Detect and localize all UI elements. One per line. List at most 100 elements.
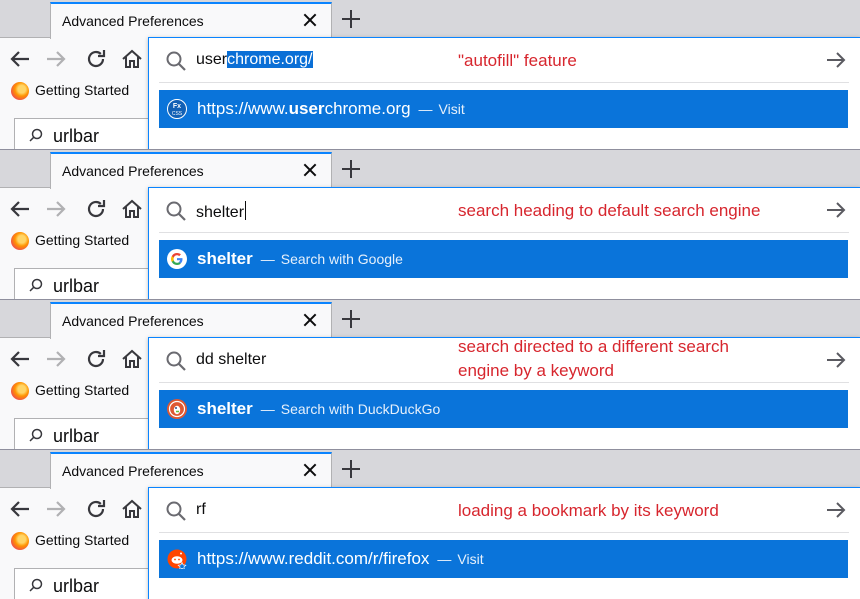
urlbar-popup: userchrome.org/ "autofill" feature Fx CSS… xyxy=(148,37,860,150)
result-row[interactable]: shelter — Search with Google xyxy=(159,240,848,278)
go-arrow-icon[interactable] xyxy=(825,500,847,520)
forward-arrow-icon[interactable] xyxy=(44,47,68,71)
divider xyxy=(159,532,849,533)
reload-icon[interactable] xyxy=(84,47,108,71)
result-action: Visit xyxy=(457,551,484,567)
close-icon[interactable] xyxy=(301,161,319,179)
home-icon[interactable] xyxy=(120,497,144,521)
page-search-box[interactable]: urlbar xyxy=(14,268,154,300)
page-search-text: urlbar xyxy=(53,576,100,596)
close-icon[interactable] xyxy=(301,11,319,29)
close-icon[interactable] xyxy=(301,461,319,479)
bookmark-getting-started[interactable]: Getting Started xyxy=(35,82,129,98)
urlbar-popup: shelter search heading to default search… xyxy=(148,187,860,300)
tab-advanced-preferences[interactable]: Advanced Preferences xyxy=(50,2,332,39)
reload-icon[interactable] xyxy=(84,497,108,521)
tab-title: Advanced Preferences xyxy=(62,13,204,29)
plus-icon[interactable] xyxy=(340,158,362,180)
reload-icon[interactable] xyxy=(84,347,108,371)
browser-panel-bookmark-keyword: Advanced Preferences Getting Started url… xyxy=(0,450,860,599)
result-text: shelter — Search with Google xyxy=(197,249,403,269)
url-input[interactable]: dd shelter search directed to a differen… xyxy=(149,337,860,382)
result-url-match: user xyxy=(288,99,325,118)
bookmark-getting-started[interactable]: Getting Started xyxy=(35,532,129,548)
tab-strip: Advanced Preferences xyxy=(0,0,860,39)
url-text: rf xyxy=(196,501,206,519)
result-row[interactable]: Fx CSS https://www.userchrome.org — Visit xyxy=(159,90,848,128)
go-arrow-icon[interactable] xyxy=(825,50,847,70)
urlbar-popup: dd shelter search directed to a differen… xyxy=(148,337,860,450)
result-row[interactable]: shelter — Search with DuckDuckGo xyxy=(159,390,848,428)
go-arrow-icon[interactable] xyxy=(825,200,847,220)
url-input[interactable]: userchrome.org/ "autofill" feature xyxy=(149,38,860,82)
page-search-box[interactable]: urlbar xyxy=(14,418,154,450)
fx-css-icon: FxCSS xyxy=(167,99,187,119)
firefox-icon xyxy=(11,532,29,550)
plus-icon[interactable] xyxy=(340,458,362,480)
page-search-box[interactable]: urlbar xyxy=(14,118,154,150)
typed-text: rf xyxy=(196,501,206,518)
result-query: shelter xyxy=(197,249,253,268)
tab-advanced-preferences[interactable]: Advanced Preferences xyxy=(50,452,332,489)
bookmark-getting-started[interactable]: Getting Started xyxy=(35,232,129,248)
bookmarks-toolbar: Getting Started xyxy=(0,78,148,106)
result-row[interactable]: https://www.reddit.com/r/firefox — Visit xyxy=(159,540,848,578)
page-search-text: urlbar xyxy=(53,426,100,446)
forward-arrow-icon[interactable] xyxy=(44,497,68,521)
duckduckgo-icon xyxy=(167,399,187,419)
plus-icon[interactable] xyxy=(340,308,362,330)
result-separator: — xyxy=(418,101,433,117)
forward-arrow-icon[interactable] xyxy=(44,347,68,371)
divider xyxy=(159,232,849,233)
result-text: shelter — Search with DuckDuckGo xyxy=(197,399,440,419)
result-separator: — xyxy=(437,551,452,567)
back-arrow-icon[interactable] xyxy=(8,197,32,221)
browser-panel-autofill: Advanced Preferences Getting Started url… xyxy=(0,0,860,150)
home-icon[interactable] xyxy=(120,197,144,221)
go-arrow-icon[interactable] xyxy=(825,350,847,370)
annotation-line-1: search directed to a different search xyxy=(458,337,729,356)
bookmarks-toolbar: Getting Started xyxy=(0,228,148,256)
result-url-suffix: chrome.org xyxy=(324,99,411,118)
reload-icon[interactable] xyxy=(84,197,108,221)
url-text: dd shelter xyxy=(196,351,266,369)
back-arrow-icon[interactable] xyxy=(8,497,32,521)
url-input[interactable]: shelter search heading to default search… xyxy=(149,188,860,232)
tab-advanced-preferences[interactable]: Advanced Preferences xyxy=(50,302,332,339)
url-input[interactable]: rf loading a bookmark by its keyword xyxy=(149,488,860,532)
back-arrow-icon[interactable] xyxy=(8,347,32,371)
plus-icon[interactable] xyxy=(340,8,362,30)
back-arrow-icon[interactable] xyxy=(8,47,32,71)
browser-panel-keyword-search: Advanced Preferences Getting Started url… xyxy=(0,300,860,450)
search-icon xyxy=(29,578,43,592)
search-icon xyxy=(166,201,186,221)
result-url: https://www.reddit.com/r/firefox xyxy=(197,549,430,568)
search-icon xyxy=(166,51,186,71)
result-text: https://www.reddit.com/r/firefox — Visit xyxy=(197,549,484,569)
svg-text:Fx: Fx xyxy=(173,103,181,110)
result-separator: — xyxy=(260,251,275,267)
search-icon xyxy=(166,501,186,521)
search-icon xyxy=(29,428,43,442)
home-icon[interactable] xyxy=(120,47,144,71)
bookmarks-toolbar: Getting Started xyxy=(0,528,148,556)
result-separator: — xyxy=(260,401,275,417)
divider xyxy=(159,382,849,383)
annotation: "autofill" feature xyxy=(458,51,577,70)
tab-strip: Advanced Preferences xyxy=(0,300,860,339)
firefox-icon xyxy=(11,382,29,400)
result-action: Visit xyxy=(438,101,465,117)
urlbar-popup: rf loading a bookmark by its keyword htt… xyxy=(148,487,860,599)
close-icon[interactable] xyxy=(301,311,319,329)
autofill-selection: chrome.org/ xyxy=(227,51,313,68)
forward-arrow-icon[interactable] xyxy=(44,197,68,221)
tab-title: Advanced Preferences xyxy=(62,313,204,329)
bookmark-getting-started[interactable]: Getting Started xyxy=(35,382,129,398)
result-query: shelter xyxy=(197,399,253,418)
home-icon[interactable] xyxy=(120,347,144,371)
search-icon xyxy=(29,278,43,292)
tab-strip: Advanced Preferences xyxy=(0,450,860,489)
firefox-icon xyxy=(11,232,29,250)
tab-advanced-preferences[interactable]: Advanced Preferences xyxy=(50,152,332,189)
page-search-box[interactable]: urlbar xyxy=(14,568,154,599)
